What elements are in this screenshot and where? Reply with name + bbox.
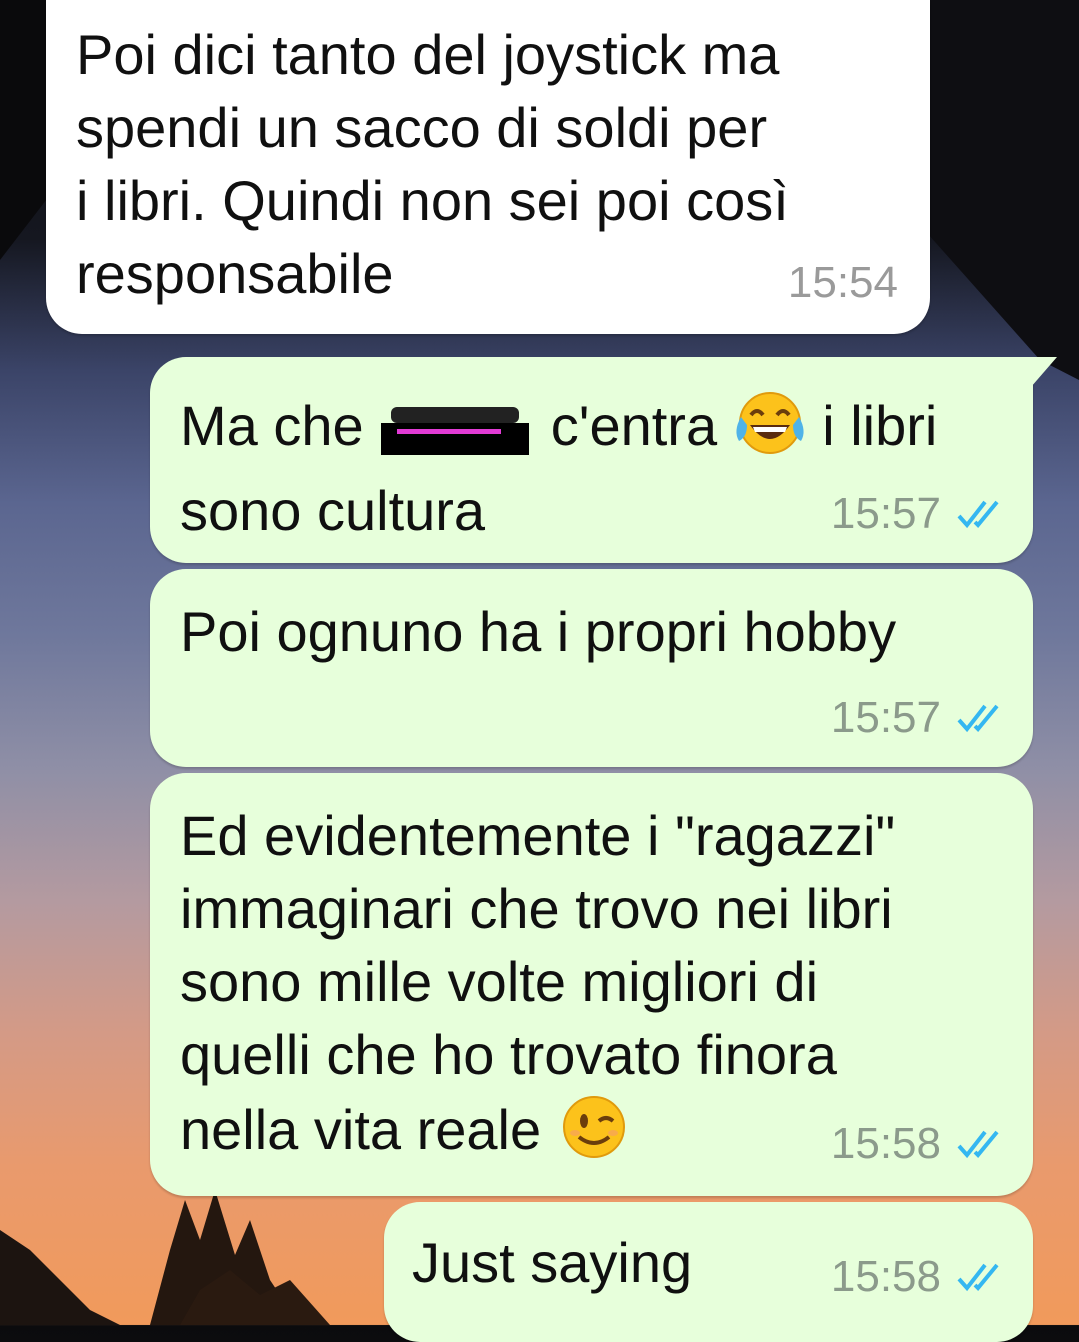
message-outgoing-3[interactable]: Ed evidentemente i "ragazzi" immaginari … [150, 773, 1033, 1196]
read-receipt-icon [957, 500, 999, 529]
message-line: sono cultura [180, 479, 486, 542]
message-time: 15:58 [830, 1119, 941, 1168]
message-line: Poi dici tanto del joystick ma [76, 23, 780, 86]
message-fragment: Ma che [180, 394, 364, 457]
read-receipt-icon [957, 1130, 999, 1159]
message-line: quelli che ho trovato finora [180, 1023, 837, 1086]
message-line: Ed evidentemente i "ragazzi" [180, 804, 896, 867]
winking-face-icon [557, 1091, 631, 1178]
message-line: immaginari che trovo nei libri [180, 877, 893, 940]
message-line: spendi un sacco di soldi per [76, 96, 768, 159]
message-line: responsabile [76, 242, 394, 305]
read-receipt-icon [957, 1263, 999, 1292]
message-outgoing-2[interactable]: Poi ognuno ha i propri hobby 15:57 [150, 569, 1033, 767]
message-outgoing-1[interactable]: Ma che c'entra i libri sono cultura 15:5… [150, 357, 1057, 563]
message-meta: 15:57 [831, 693, 1007, 743]
message-text: Ed evidentemente i "ragazzi" immaginari … [180, 799, 895, 1178]
message-text: Just saying [412, 1226, 692, 1299]
message-time: 15:54 [787, 258, 898, 307]
message-outgoing-4[interactable]: Just saying 15:58 [384, 1202, 1033, 1342]
face-with-tears-of-joy-icon [733, 387, 807, 474]
message-meta: 15:58 [831, 1119, 1007, 1169]
message-fragment: nella vita reale [180, 1098, 542, 1161]
message-time: 15:57 [830, 489, 941, 538]
message-text: Ma che c'entra i libri sono cultura [180, 387, 937, 547]
message-line: Ma che c'entra i libri [180, 387, 937, 474]
message-line: i libri. Quindi non sei poi così [76, 169, 789, 232]
message-fragment: i libri [822, 394, 938, 457]
message-meta: 15:57 [831, 489, 1007, 539]
message-line: Poi ognuno ha i propri hobby [180, 600, 897, 663]
censored-word [381, 403, 530, 455]
message-line: nella vita reale [180, 1091, 895, 1178]
message-meta: 15:54 [788, 258, 898, 308]
message-line: Just saying [412, 1231, 693, 1294]
message-incoming-1[interactable]: Poi dici tanto del joystick ma spendi un… [46, 0, 930, 334]
message-text: Poi dici tanto del joystick ma spendi un… [76, 18, 789, 310]
message-text: Poi ognuno ha i propri hobby [180, 595, 896, 668]
message-fragment: c'entra [550, 394, 718, 457]
message-time: 15:58 [830, 1252, 941, 1301]
message-line: sono mille volte migliori di [180, 950, 819, 1013]
bubble-tail [1031, 357, 1057, 387]
message-time: 15:57 [830, 693, 941, 742]
read-receipt-icon [957, 704, 999, 733]
message-meta: 15:58 [831, 1252, 1007, 1302]
